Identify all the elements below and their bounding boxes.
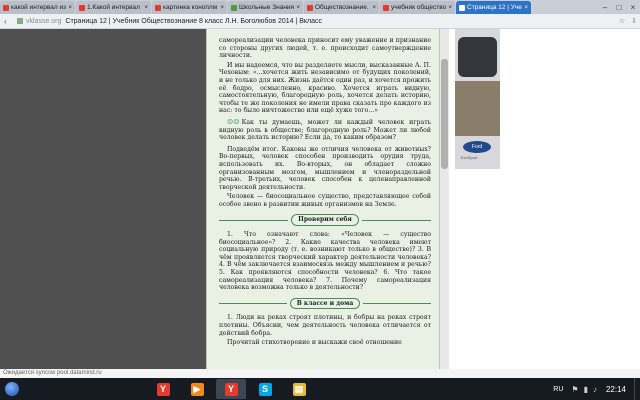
summary-paragraph: Подведём итог. Каковы же отличия человек…: [219, 145, 431, 191]
minimize-button[interactable]: –: [598, 3, 612, 12]
tab-label: Обществознание. 8 кл: [315, 4, 370, 11]
bookmark-icon[interactable]: ☆: [616, 17, 628, 25]
tab-close-icon[interactable]: ×: [524, 5, 528, 11]
media-player-icon: ▶: [190, 382, 204, 396]
tab-label: учебник обществознан: [391, 4, 447, 11]
taskbar-app-yandex-browser-2[interactable]: Y: [216, 379, 246, 399]
divider: [219, 219, 289, 221]
discussion-icon: ☺☺: [227, 117, 240, 126]
paragraph: И мы надеемся, что вы разделяете мысли, …: [219, 61, 431, 115]
definition-paragraph: Человек — биосоциальное существо, предст…: [219, 193, 431, 208]
tab-favicon-icon: [79, 4, 85, 11]
taskbar-apps: Y ▶ Y S ▤: [144, 379, 314, 399]
taskbar-app-skype[interactable]: S: [250, 379, 280, 399]
browser-tab[interactable]: какой интервал измен×: [0, 1, 75, 14]
question-block: ☺☺ Как ты думаешь, может ли каждый челове…: [219, 117, 431, 142]
car-image: [458, 37, 497, 77]
tab-close-icon[interactable]: ×: [296, 5, 300, 11]
language-indicator[interactable]: RU: [553, 386, 563, 393]
maximize-button[interactable]: □: [612, 3, 626, 12]
close-button[interactable]: ×: [626, 3, 640, 12]
windows-logo-icon: [5, 382, 19, 396]
browser-tab[interactable]: 1.Какой интервал изме×: [76, 1, 151, 14]
browser-tab[interactable]: Страница 12 | Учебн×: [456, 1, 531, 14]
tab-favicon-icon: [231, 4, 237, 11]
browser-tab[interactable]: Обществознание. 8 кл×: [304, 1, 379, 14]
flag-icon[interactable]: ⚑: [571, 385, 578, 394]
tab-favicon-icon: [459, 4, 465, 11]
scrollbar-thumb[interactable]: [441, 59, 448, 169]
paragraph: самореализации человека приносит ему ува…: [219, 37, 431, 60]
start-button[interactable]: [0, 378, 24, 400]
tab-label: какой интервал измен: [11, 4, 67, 11]
network-icon[interactable]: ▮: [584, 385, 588, 394]
address-page-title[interactable]: Страница 12 | Учебник Обществознание 8 к…: [65, 18, 322, 25]
volume-icon[interactable]: ♪: [593, 385, 597, 394]
browser-tab[interactable]: учебник обществознан×: [380, 1, 455, 14]
tab-close-icon[interactable]: ×: [372, 5, 376, 11]
tab-favicon-icon: [307, 4, 313, 11]
check-section-header: Проверим себя: [219, 214, 432, 227]
address-tools: ☆ ⇩: [616, 17, 640, 25]
yandex-browser-2-icon: Y: [224, 382, 238, 396]
taskbar-app-explorer[interactable]: ▤: [284, 379, 314, 399]
taskbar-app-media-player[interactable]: ▶: [182, 379, 212, 399]
tab-favicon-icon: [155, 4, 161, 11]
tab-favicon-icon: [3, 4, 9, 11]
browser-tab[interactable]: Школьные Знания.com×: [228, 1, 303, 14]
check-questions: 1. Что означают слова: «Человек — сущест…: [219, 231, 431, 292]
tab-label: картинка коноплм — Я: [163, 4, 218, 11]
system-tray: RU ⚑ ▮ ♪ 22:14: [553, 378, 640, 400]
ad-caption: EcoSport: [461, 155, 478, 160]
tab-label: Страница 12 | Учебн: [467, 4, 522, 11]
divider: [361, 219, 432, 221]
class-task-continued: Прочитай стихотворение и выскажи своё от…: [227, 339, 402, 347]
car-advertisement[interactable]: Ford EcoSport: [455, 29, 500, 169]
ad-background-image: [455, 81, 500, 136]
taskbar-app-yandex-browser[interactable]: Y: [148, 379, 178, 399]
textbook-page: самореализации человека приносит ему ува…: [206, 29, 440, 369]
yandex-browser-icon: Y: [156, 382, 170, 396]
back-icon[interactable]: ‹: [4, 17, 14, 26]
tab-close-icon[interactable]: ×: [220, 5, 224, 11]
question-text: Как ты думаешь, может ли каждый человек …: [219, 118, 431, 142]
taskbar: Y ▶ Y S ▤ RU ⚑ ▮ ♪ 22:14: [0, 378, 640, 400]
page-scrollbar[interactable]: [440, 29, 449, 369]
address-domain[interactable]: vklasse.org: [26, 18, 61, 25]
tab-label: Школьные Знания.com: [239, 4, 295, 11]
class-section-header: В классе и дома: [219, 297, 431, 310]
tab-close-icon[interactable]: ×: [68, 5, 72, 11]
clock[interactable]: 22:14: [606, 385, 626, 394]
tab-favicon-icon: [383, 4, 389, 11]
tab-label: 1.Какой интервал изме: [87, 4, 142, 11]
tab-strip: какой интервал измен×1.Какой интервал из…: [0, 0, 532, 14]
browser-tab[interactable]: картинка коноплм — Я×: [152, 1, 227, 14]
tab-bar: какой интервал измен×1.Какой интервал из…: [0, 0, 640, 14]
show-desktop-button[interactable]: [634, 378, 640, 400]
tab-close-icon[interactable]: ×: [448, 5, 452, 11]
skype-icon: S: [258, 382, 272, 396]
address-bar[interactable]: ‹ vklasse.org Страница 12 | Учебник Обще…: [0, 14, 640, 29]
site-favicon-icon: [17, 18, 23, 24]
divider: [363, 303, 431, 305]
ford-logo-icon: Ford: [463, 141, 491, 153]
class-heading: В классе и дома: [289, 297, 361, 310]
browser-content: самореализации человека приносит ему ува…: [0, 29, 640, 369]
status-bar: Ожидается syncsw pool.datamind.ru: [0, 369, 640, 378]
download-icon[interactable]: ⇩: [628, 17, 640, 25]
tab-close-icon[interactable]: ×: [144, 5, 148, 11]
check-heading: Проверим себя: [291, 214, 359, 227]
explorer-icon: ▤: [292, 382, 306, 396]
class-task: 1. Люди на реках строят плотины, и бобры…: [219, 314, 431, 337]
window-controls: – □ ×: [598, 0, 640, 14]
divider: [219, 303, 287, 305]
